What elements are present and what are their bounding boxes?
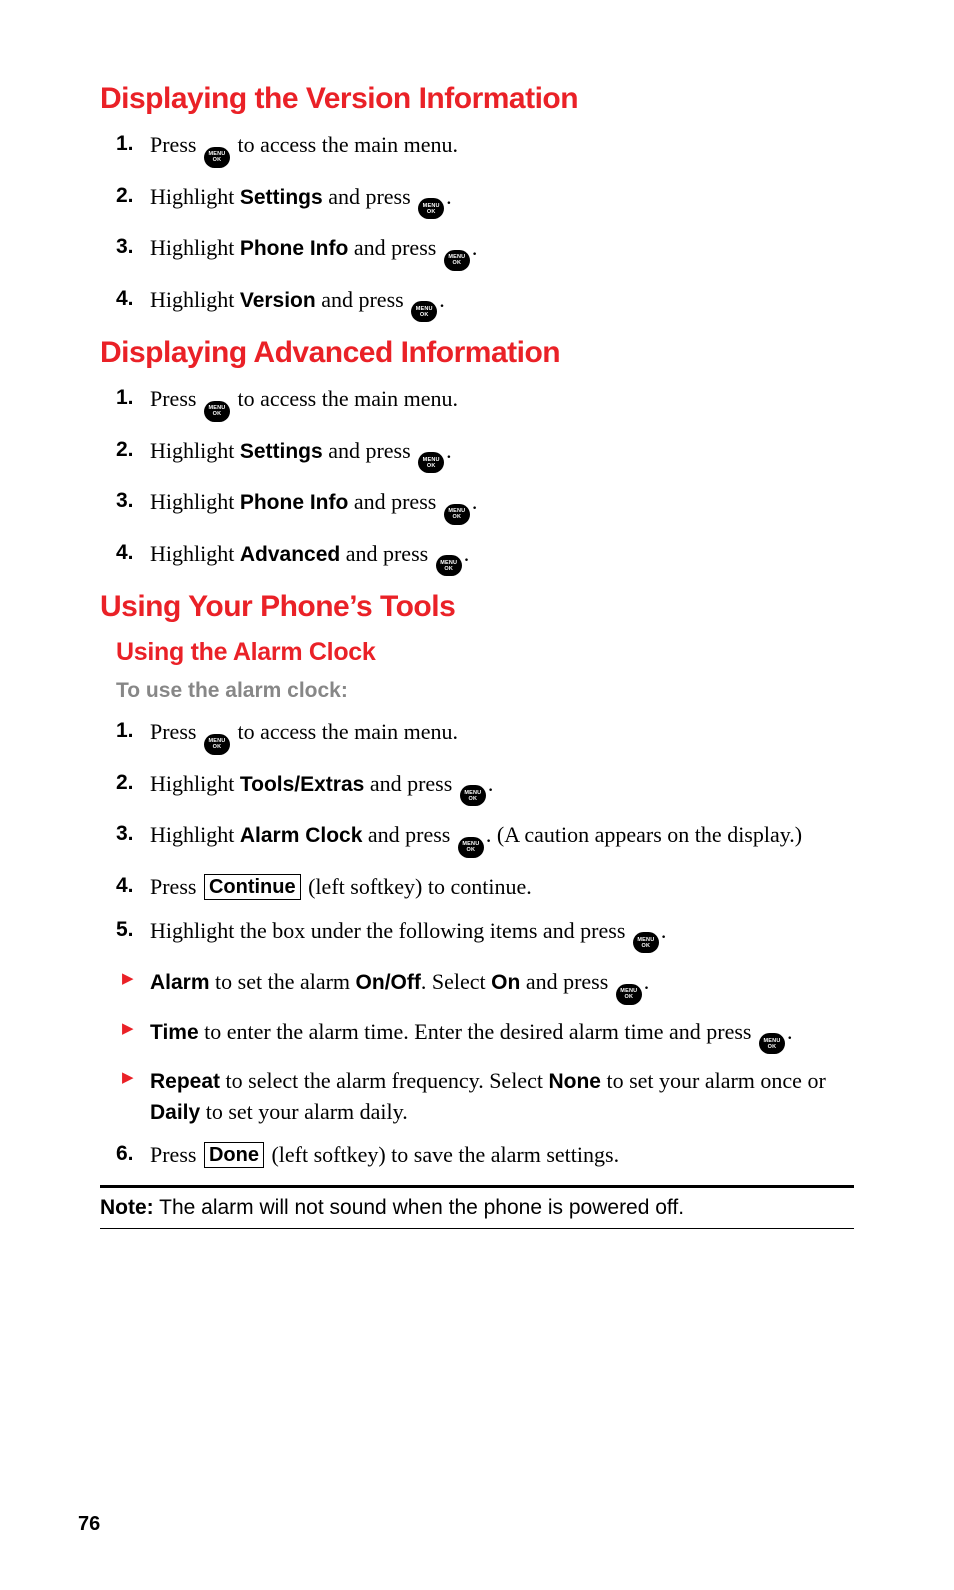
step-item: 4.Highlight Advanced and press . bbox=[116, 539, 854, 577]
step-list: 1.Press to access the main menu. 2.Highli… bbox=[116, 717, 854, 953]
bold-term: On bbox=[491, 971, 520, 994]
bold-term: Settings bbox=[240, 440, 323, 463]
page-number: 76 bbox=[78, 1513, 100, 1536]
step-item: 4.Highlight Version and press . bbox=[116, 285, 854, 323]
note-text: The alarm will not sound when the phone … bbox=[154, 1196, 684, 1219]
bold-term: Phone Info bbox=[240, 491, 349, 514]
bold-term: On/Off bbox=[356, 971, 421, 994]
bold-term: None bbox=[548, 1070, 601, 1093]
step-number: 3. bbox=[116, 487, 134, 516]
manual-page: Displaying the Version Information 1.Pre… bbox=[0, 0, 954, 1590]
step-item: 6.Press Done (left softkey) to save the … bbox=[116, 1140, 854, 1170]
menu-ok-icon bbox=[204, 734, 230, 755]
step-list: 1.Press to access the main menu. 2.Highli… bbox=[116, 384, 854, 576]
softkey-label: Done bbox=[204, 1142, 264, 1168]
step-item: 5.Highlight the box under the following … bbox=[116, 916, 854, 954]
menu-ok-icon bbox=[204, 147, 230, 168]
step-number: 2. bbox=[116, 436, 134, 465]
step-number: 4. bbox=[116, 872, 134, 901]
softkey-label: Continue bbox=[204, 874, 301, 900]
bold-term: Alarm Clock bbox=[240, 824, 363, 847]
menu-ok-icon bbox=[204, 401, 230, 422]
bullet-item: Repeat to select the alarm frequency. Se… bbox=[116, 1066, 854, 1128]
step-item: 3.Highlight Phone Info and press . bbox=[116, 487, 854, 525]
step-item: 1.Press to access the main menu. bbox=[116, 717, 854, 755]
step-item: 3.Highlight Phone Info and press . bbox=[116, 233, 854, 271]
bullet-item: Time to enter the alarm time. Enter the … bbox=[116, 1017, 854, 1055]
step-number: 1. bbox=[116, 717, 134, 746]
step-number: 4. bbox=[116, 285, 134, 314]
bold-term: Alarm bbox=[150, 971, 210, 994]
step-item: 1.Press to access the main menu. bbox=[116, 384, 854, 422]
step-number: 3. bbox=[116, 820, 134, 849]
menu-ok-icon bbox=[759, 1033, 785, 1054]
step-item: 3.Highlight Alarm Clock and press . (A c… bbox=[116, 820, 854, 858]
menu-ok-icon bbox=[418, 452, 444, 473]
bullet-item: Alarm to set the alarm On/Off. Select On… bbox=[116, 967, 854, 1005]
bold-term: Settings bbox=[240, 186, 323, 209]
note-block: Note: The alarm will not sound when the … bbox=[100, 1185, 854, 1229]
step-number: 1. bbox=[116, 130, 134, 159]
lead-text: To use the alarm clock: bbox=[116, 679, 854, 703]
step-list: 1.Press to access the main menu. 2.Highli… bbox=[116, 130, 854, 322]
menu-ok-icon bbox=[444, 250, 470, 271]
menu-ok-icon bbox=[460, 785, 486, 806]
step-number: 4. bbox=[116, 539, 134, 568]
step-number: 6. bbox=[116, 1140, 134, 1169]
bold-term: Version bbox=[240, 289, 316, 312]
section-heading: Displaying the Version Information bbox=[100, 82, 854, 116]
bullet-list: Alarm to set the alarm On/Off. Select On… bbox=[116, 967, 854, 1128]
bold-term: Advanced bbox=[240, 543, 340, 566]
step-number: 2. bbox=[116, 182, 134, 211]
bold-term: Tools/Extras bbox=[240, 773, 364, 796]
bold-term: Phone Info bbox=[240, 237, 349, 260]
menu-ok-icon bbox=[616, 984, 642, 1005]
step-number: 3. bbox=[116, 233, 134, 262]
step-number: 2. bbox=[116, 769, 134, 798]
step-item: 4.Press Continue (left softkey) to conti… bbox=[116, 872, 854, 902]
menu-ok-icon bbox=[411, 301, 437, 322]
bold-term: Daily bbox=[150, 1101, 200, 1124]
step-item: 2.Highlight Tools/Extras and press . bbox=[116, 769, 854, 807]
menu-ok-icon bbox=[444, 504, 470, 525]
step-item: 1.Press to access the main menu. bbox=[116, 130, 854, 168]
step-list: 6.Press Done (left softkey) to save the … bbox=[116, 1140, 854, 1170]
bold-term: Repeat bbox=[150, 1070, 220, 1093]
subsection-heading: Using the Alarm Clock bbox=[116, 638, 854, 667]
step-item: 2.Highlight Settings and press . bbox=[116, 436, 854, 474]
menu-ok-icon bbox=[436, 555, 462, 576]
menu-ok-icon bbox=[633, 932, 659, 953]
section-heading: Displaying Advanced Information bbox=[100, 336, 854, 370]
note-label: Note: bbox=[100, 1196, 154, 1219]
menu-ok-icon bbox=[458, 837, 484, 858]
step-number: 5. bbox=[116, 916, 134, 945]
menu-ok-icon bbox=[418, 198, 444, 219]
section-heading: Using Your Phone’s Tools bbox=[100, 590, 854, 624]
step-item: 2.Highlight Settings and press . bbox=[116, 182, 854, 220]
bold-term: Time bbox=[150, 1021, 199, 1044]
step-number: 1. bbox=[116, 384, 134, 413]
